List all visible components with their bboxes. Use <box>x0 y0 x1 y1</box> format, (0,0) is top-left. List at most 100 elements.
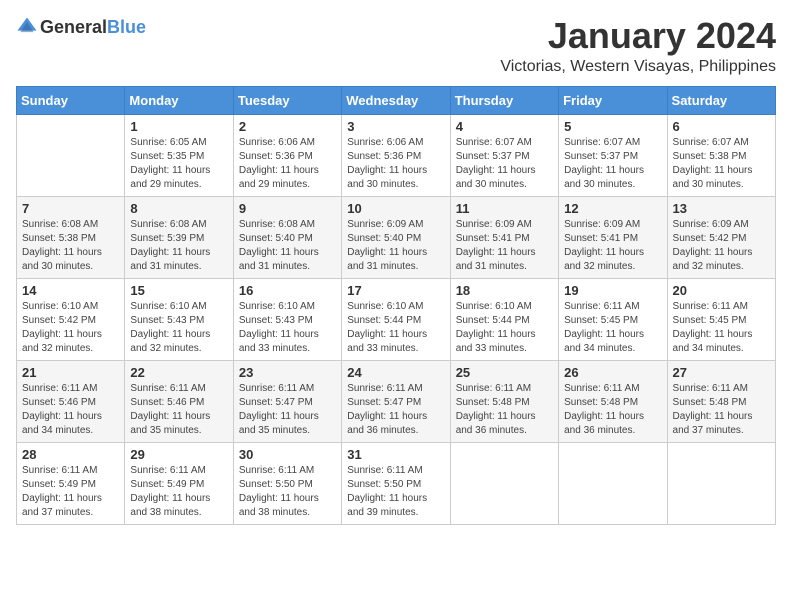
day-detail: Sunrise: 6:06 AMSunset: 5:36 PMDaylight:… <box>347 136 444 192</box>
day-number: 14 <box>22 283 119 298</box>
header: GeneralBlue January 2024 Victorias, West… <box>16 16 776 76</box>
day-detail: Sunrise: 6:05 AMSunset: 5:35 PMDaylight:… <box>130 136 227 192</box>
calendar-cell: 7Sunrise: 6:08 AMSunset: 5:38 PMDaylight… <box>17 196 125 278</box>
weekday-header-friday: Friday <box>559 86 667 114</box>
day-number: 1 <box>130 119 227 134</box>
weekday-header-sunday: Sunday <box>17 86 125 114</box>
day-detail: Sunrise: 6:10 AMSunset: 5:43 PMDaylight:… <box>239 300 336 356</box>
location-subtitle: Victorias, Western Visayas, Philippines <box>500 58 776 76</box>
day-detail: Sunrise: 6:11 AMSunset: 5:50 PMDaylight:… <box>239 464 336 520</box>
calendar-cell: 8Sunrise: 6:08 AMSunset: 5:39 PMDaylight… <box>125 196 233 278</box>
day-number: 17 <box>347 283 444 298</box>
day-number: 10 <box>347 201 444 216</box>
calendar-cell: 9Sunrise: 6:08 AMSunset: 5:40 PMDaylight… <box>233 196 341 278</box>
day-number: 3 <box>347 119 444 134</box>
calendar-week-row: 21Sunrise: 6:11 AMSunset: 5:46 PMDayligh… <box>17 360 776 442</box>
day-detail: Sunrise: 6:09 AMSunset: 5:42 PMDaylight:… <box>673 218 770 274</box>
calendar-cell: 16 Sunrise: 6:10 AMSunset: 5:43 PMDayligh… <box>233 278 341 360</box>
day-detail: Sunrise: 6:09 AMSunset: 5:40 PMDaylight:… <box>347 218 444 274</box>
day-number: 13 <box>673 201 770 216</box>
day-detail: Sunrise: 6:11 AMSunset: 5:49 PMDaylight:… <box>130 464 227 520</box>
day-number: 12 <box>564 201 661 216</box>
calendar-week-row: 1 Sunrise: 6:05 AMSunset: 5:35 PMDaylight… <box>17 114 776 196</box>
day-number: 26 <box>564 365 661 380</box>
calendar-cell: 14 Sunrise: 6:10 AMSunset: 5:42 PMDayligh… <box>17 278 125 360</box>
calendar-cell: 30 Sunrise: 6:11 AMSunset: 5:50 PMDayligh… <box>233 442 341 524</box>
day-detail: Sunrise: 6:06 AMSunset: 5:36 PMDaylight:… <box>239 136 336 192</box>
weekday-header-saturday: Saturday <box>667 86 775 114</box>
calendar-cell: 6 Sunrise: 6:07 AMSunset: 5:38 PMDaylight… <box>667 114 775 196</box>
day-number: 6 <box>673 119 770 134</box>
calendar-cell: 12 Sunrise: 6:09 AMSunset: 5:41 PMDayligh… <box>559 196 667 278</box>
day-number: 20 <box>673 283 770 298</box>
calendar-cell <box>667 442 775 524</box>
day-number: 8 <box>130 201 227 216</box>
day-detail: Sunrise: 6:11 AMSunset: 5:45 PMDaylight:… <box>673 300 770 356</box>
calendar-cell: 26 Sunrise: 6:11 AMSunset: 5:48 PMDayligh… <box>559 360 667 442</box>
calendar-cell: 3 Sunrise: 6:06 AMSunset: 5:36 PMDaylight… <box>342 114 450 196</box>
weekday-header-tuesday: Tuesday <box>233 86 341 114</box>
weekday-header-thursday: Thursday <box>450 86 558 114</box>
day-number: 16 <box>239 283 336 298</box>
day-detail: Sunrise: 6:10 AMSunset: 5:43 PMDaylight:… <box>130 300 227 356</box>
calendar-cell: 28Sunrise: 6:11 AMSunset: 5:49 PMDayligh… <box>17 442 125 524</box>
day-number: 19 <box>564 283 661 298</box>
calendar-cell: 18Sunrise: 6:10 AMSunset: 5:44 PMDayligh… <box>450 278 558 360</box>
day-number: 9 <box>239 201 336 216</box>
day-number: 24 <box>347 365 444 380</box>
calendar-cell: 2Sunrise: 6:06 AMSunset: 5:36 PMDaylight… <box>233 114 341 196</box>
calendar-cell: 4 Sunrise: 6:07 AMSunset: 5:37 PMDaylight… <box>450 114 558 196</box>
day-detail: Sunrise: 6:07 AMSunset: 5:38 PMDaylight:… <box>673 136 770 192</box>
day-detail: Sunrise: 6:11 AMSunset: 5:48 PMDaylight:… <box>456 382 553 438</box>
calendar-cell: 25 Sunrise: 6:11 AMSunset: 5:48 PMDayligh… <box>450 360 558 442</box>
day-detail: Sunrise: 6:11 AMSunset: 5:47 PMDaylight:… <box>347 382 444 438</box>
day-detail: Sunrise: 6:11 AMSunset: 5:48 PMDaylight:… <box>564 382 661 438</box>
calendar-cell: 5 Sunrise: 6:07 AMSunset: 5:37 PMDaylight… <box>559 114 667 196</box>
calendar-cell <box>559 442 667 524</box>
day-detail: Sunrise: 6:11 AMSunset: 5:50 PMDaylight:… <box>347 464 444 520</box>
calendar-cell: 24 Sunrise: 6:11 AMSunset: 5:47 PMDayligh… <box>342 360 450 442</box>
day-number: 29 <box>130 447 227 462</box>
calendar-cell: 19Sunrise: 6:11 AMSunset: 5:45 PMDayligh… <box>559 278 667 360</box>
day-detail: Sunrise: 6:11 AMSunset: 5:48 PMDaylight:… <box>673 382 770 438</box>
logo-icon <box>16 16 38 38</box>
day-detail: Sunrise: 6:10 AMSunset: 5:42 PMDaylight:… <box>22 300 119 356</box>
day-number: 5 <box>564 119 661 134</box>
calendar-cell: 22 Sunrise: 6:11 AMSunset: 5:46 PMDayligh… <box>125 360 233 442</box>
day-number: 4 <box>456 119 553 134</box>
day-number: 23 <box>239 365 336 380</box>
weekday-header-monday: Monday <box>125 86 233 114</box>
day-detail: Sunrise: 6:09 AMSunset: 5:41 PMDaylight:… <box>564 218 661 274</box>
day-number: 30 <box>239 447 336 462</box>
day-detail: Sunrise: 6:08 AMSunset: 5:38 PMDaylight:… <box>22 218 119 274</box>
logo-blue-text: Blue <box>107 17 146 37</box>
logo: GeneralBlue <box>16 16 146 38</box>
calendar-cell: 27 Sunrise: 6:11 AMSunset: 5:48 PMDayligh… <box>667 360 775 442</box>
calendar-cell: 1 Sunrise: 6:05 AMSunset: 5:35 PMDaylight… <box>125 114 233 196</box>
title-area: January 2024 Victorias, Western Visayas,… <box>500 16 776 76</box>
day-detail: Sunrise: 6:11 AMSunset: 5:46 PMDaylight:… <box>130 382 227 438</box>
day-detail: Sunrise: 6:09 AMSunset: 5:41 PMDaylight:… <box>456 218 553 274</box>
day-detail: Sunrise: 6:07 AMSunset: 5:37 PMDaylight:… <box>456 136 553 192</box>
day-detail: Sunrise: 6:11 AMSunset: 5:47 PMDaylight:… <box>239 382 336 438</box>
calendar-week-row: 14 Sunrise: 6:10 AMSunset: 5:42 PMDayligh… <box>17 278 776 360</box>
day-number: 25 <box>456 365 553 380</box>
day-number: 22 <box>130 365 227 380</box>
day-number: 27 <box>673 365 770 380</box>
calendar-week-row: 7Sunrise: 6:08 AMSunset: 5:38 PMDaylight… <box>17 196 776 278</box>
calendar-week-row: 28Sunrise: 6:11 AMSunset: 5:49 PMDayligh… <box>17 442 776 524</box>
calendar-cell: 20 Sunrise: 6:11 AMSunset: 5:45 PMDayligh… <box>667 278 775 360</box>
calendar-cell: 17 Sunrise: 6:10 AMSunset: 5:44 PMDayligh… <box>342 278 450 360</box>
day-number: 15 <box>130 283 227 298</box>
calendar-cell <box>450 442 558 524</box>
day-number: 31 <box>347 447 444 462</box>
day-detail: Sunrise: 6:07 AMSunset: 5:37 PMDaylight:… <box>564 136 661 192</box>
calendar-table: SundayMondayTuesdayWednesdayThursdayFrid… <box>16 86 776 525</box>
calendar-cell: 10 Sunrise: 6:09 AMSunset: 5:40 PMDayligh… <box>342 196 450 278</box>
calendar-cell: 29 Sunrise: 6:11 AMSunset: 5:49 PMDayligh… <box>125 442 233 524</box>
calendar-cell: 21Sunrise: 6:11 AMSunset: 5:46 PMDayligh… <box>17 360 125 442</box>
calendar-cell: 13 Sunrise: 6:09 AMSunset: 5:42 PMDayligh… <box>667 196 775 278</box>
day-number: 18 <box>456 283 553 298</box>
calendar-cell: 15 Sunrise: 6:10 AMSunset: 5:43 PMDayligh… <box>125 278 233 360</box>
day-detail: Sunrise: 6:10 AMSunset: 5:44 PMDaylight:… <box>347 300 444 356</box>
